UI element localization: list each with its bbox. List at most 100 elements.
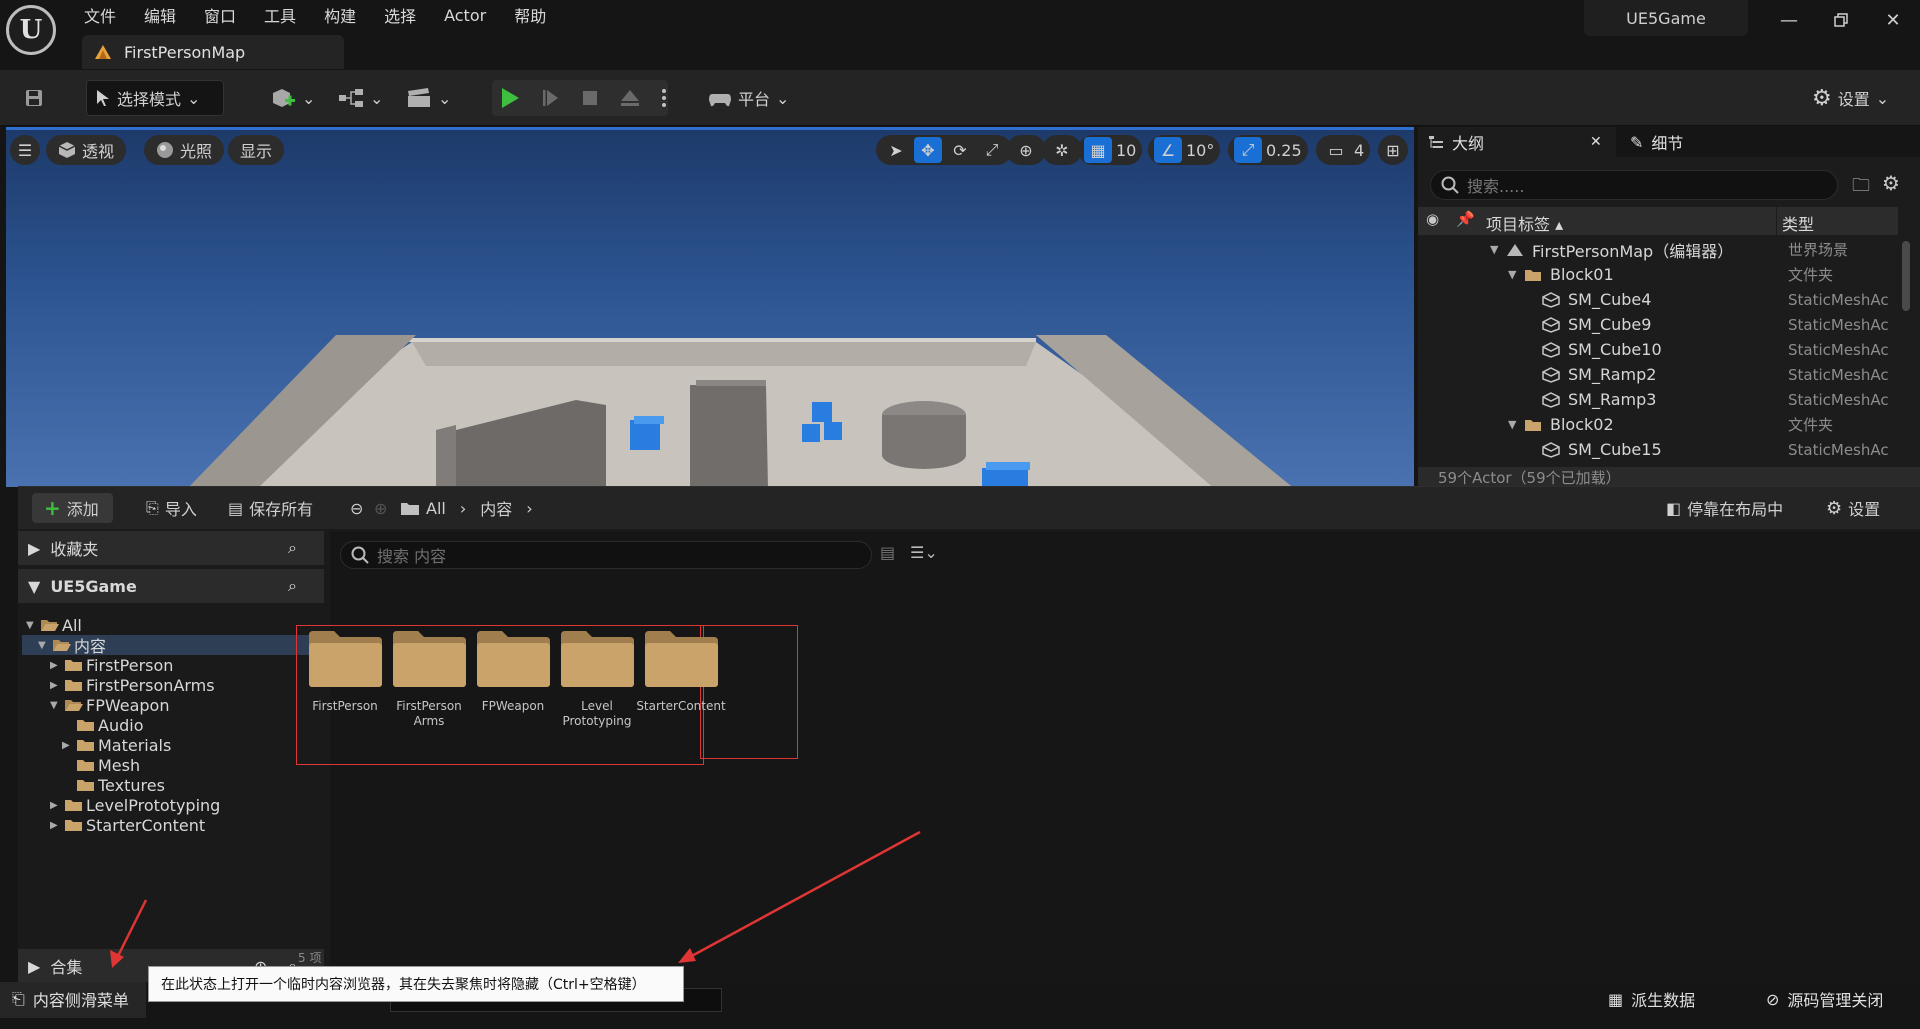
chevron-right-icon[interactable]: ▶ — [50, 660, 64, 671]
camera-speed-control[interactable]: ▭ 4 — [1316, 135, 1371, 165]
folder-tree-item[interactable]: ▶ FirstPerson — [22, 655, 322, 675]
close-tab-icon[interactable]: ✕ — [1590, 134, 1602, 150]
chevron-down-icon[interactable]: ▼ — [50, 700, 64, 711]
content-settings-button[interactable]: ⚙ 设置 — [1818, 493, 1888, 523]
outliner-scrollbar[interactable] — [1902, 241, 1910, 311]
grid-snap-control[interactable]: ▦ 10 — [1078, 135, 1143, 165]
save-all-button[interactable]: ▤ 保存所有 — [220, 493, 321, 523]
rotation-snap-control[interactable]: ∠ 10° — [1148, 135, 1221, 165]
add-button[interactable]: + 添加 — [32, 493, 113, 523]
breadcrumb-all[interactable]: All — [426, 499, 446, 518]
asset-folder-tile[interactable]: FirstPerson — [300, 627, 390, 714]
import-button[interactable]: ⎘ 导入 — [138, 493, 205, 523]
menu-window[interactable]: 窗口 — [190, 0, 250, 31]
folder-tree-item[interactable]: Audio — [22, 715, 322, 735]
scale-tool-icon[interactable]: ⤢ — [978, 137, 1006, 163]
platform-dropdown[interactable]: 平台 ⌄ — [700, 80, 797, 116]
unreal-logo-icon[interactable]: U — [6, 5, 56, 55]
level-tab[interactable]: FirstPersonMap — [82, 35, 344, 69]
viewport-menu-icon[interactable]: ☰ — [10, 135, 40, 165]
asset-folder-tile[interactable]: FPWeapon — [468, 627, 558, 714]
outliner-row[interactable]: ▼ FirstPersonMap（编辑器） 世界场景 — [1418, 237, 1898, 262]
add-folder-icon[interactable]: 🗀 — [1852, 173, 1870, 203]
column-item-label[interactable]: 项目标签 ▴ — [1486, 211, 1563, 235]
rotate-tool-icon[interactable]: ⟳ — [946, 137, 974, 163]
folder-tree-item[interactable]: ▶ FirstPersonArms — [22, 675, 322, 695]
chevron-right-icon[interactable]: ▶ — [50, 820, 64, 831]
outliner-row[interactable]: SM_Cube4 StaticMeshAc — [1418, 287, 1898, 312]
more-options-icon[interactable] — [654, 80, 674, 116]
chevron-right-icon[interactable]: ▶ — [50, 680, 64, 691]
visibility-eye-icon[interactable]: ◉ — [1426, 210, 1439, 228]
outliner-search-input[interactable]: 搜索..... — [1430, 170, 1838, 200]
level-viewport[interactable]: ☰ 透视 光照 显示 ➤ ✥ ⟳ ⤢ ⊕ ✲ ▦ 10 ∠ 10° ⤢ 0.25… — [6, 127, 1414, 487]
tab-details[interactable]: ✎ 细节 — [1620, 127, 1693, 157]
save-search-icon[interactable]: ▤ — [880, 543, 895, 562]
chevron-right-icon[interactable]: › — [460, 499, 466, 518]
settings-dropdown[interactable]: ⚙ 设置 ⌄ — [1804, 80, 1897, 116]
forward-button[interactable]: ⊕ — [366, 493, 395, 523]
outliner-row[interactable]: SM_Cube10 StaticMeshAc — [1418, 337, 1898, 362]
chevron-down-icon[interactable]: ▼ — [1508, 268, 1524, 281]
derived-data-button[interactable]: ▦ 派生数据 — [1608, 986, 1695, 1012]
world-local-toggle[interactable]: ⊕ — [1006, 135, 1046, 165]
gear-icon[interactable]: ⚙ — [1882, 171, 1900, 195]
folder-tree-item[interactable]: ▶ Materials — [22, 735, 322, 755]
chevron-down-icon[interactable]: ▼ — [1508, 418, 1524, 431]
folder-tree-item[interactable]: ▶ StarterContent — [22, 815, 322, 835]
chevron-down-icon[interactable]: ▼ — [26, 620, 40, 631]
add-actor-dropdown[interactable]: ⌄ — [262, 80, 323, 116]
folder-tree-item[interactable]: ▼ All — [22, 615, 322, 635]
blueprint-dropdown[interactable]: ⌄ — [330, 80, 391, 116]
content-drawer-button[interactable]: ⎗ 内容侧滑菜单 — [12, 986, 129, 1012]
search-icon[interactable]: ⌕ — [288, 576, 297, 596]
lighting-button[interactable]: 光照 — [144, 135, 225, 165]
outliner-row[interactable]: ▼ Block01 文件夹 — [1418, 262, 1898, 287]
folder-tree-item[interactable]: Textures — [22, 775, 322, 795]
folder-tree-item[interactable]: Mesh — [22, 755, 322, 775]
dock-in-layout-button[interactable]: ◧ 停靠在布局中 — [1658, 493, 1791, 523]
favorites-header[interactable]: ▶ 收藏夹 ⌕ — [18, 531, 324, 565]
translate-tool-icon[interactable]: ✥ — [914, 137, 942, 163]
menu-select[interactable]: 选择 — [370, 0, 430, 31]
perspective-button[interactable]: 透视 — [46, 135, 127, 165]
project-header[interactable]: ▼ UE5Game ⌕ — [18, 569, 324, 603]
breadcrumb-content[interactable]: 内容 — [480, 496, 512, 520]
pin-icon[interactable]: 📌 — [1456, 210, 1475, 228]
advance-frame-icon[interactable] — [534, 80, 568, 116]
tab-outliner[interactable]: 大纲 ✕ — [1418, 127, 1616, 157]
close-window-icon[interactable]: ✕ — [1878, 8, 1908, 32]
chevron-right-icon[interactable]: › — [526, 499, 532, 518]
filter-icon[interactable]: ☰⌄ — [910, 543, 938, 562]
search-icon[interactable]: ⌕ — [288, 538, 297, 558]
asset-folder-tile[interactable]: FirstPerson Arms — [384, 627, 474, 729]
menu-edit[interactable]: 编辑 — [130, 0, 190, 31]
restore-icon[interactable] — [1826, 8, 1856, 32]
menu-file[interactable]: 文件 — [70, 0, 130, 31]
eject-icon[interactable] — [612, 80, 648, 116]
minimize-icon[interactable]: — — [1774, 8, 1804, 32]
content-search-input[interactable]: 搜索 内容 — [340, 541, 872, 569]
outliner-row[interactable]: SM_Ramp3 StaticMeshAc — [1418, 387, 1898, 412]
chevron-down-icon[interactable]: ▼ — [1490, 243, 1506, 256]
surface-snap-toggle[interactable]: ✲ — [1042, 135, 1082, 165]
source-control-button[interactable]: ⊘ 源码管理关闭 — [1766, 986, 1883, 1012]
outliner-row[interactable]: SM_Cube9 StaticMeshAc — [1418, 312, 1898, 337]
folder-tree-item[interactable]: ▶ LevelPrototyping — [22, 795, 322, 815]
scale-snap-control[interactable]: ⤢ 0.25 — [1228, 135, 1308, 165]
play-icon[interactable] — [492, 80, 528, 116]
save-icon[interactable] — [16, 80, 52, 116]
select-mode-dropdown[interactable]: 选择模式 ⌄ — [86, 80, 224, 116]
show-button[interactable]: 显示 — [228, 135, 285, 165]
menu-help[interactable]: 帮助 — [500, 0, 560, 31]
stop-icon[interactable] — [574, 80, 606, 116]
asset-folder-tile[interactable]: Level Prototyping — [552, 627, 642, 729]
folder-tree-item[interactable]: ▼ FPWeapon — [22, 695, 322, 715]
select-tool-icon[interactable]: ➤ — [882, 137, 910, 163]
menu-tools[interactable]: 工具 — [250, 0, 310, 31]
cinematics-dropdown[interactable]: ⌄ — [398, 80, 459, 116]
menu-actor[interactable]: Actor — [430, 2, 500, 29]
layout-icon[interactable]: ⊞ — [1378, 135, 1408, 165]
outliner-row[interactable]: SM_Ramp2 StaticMeshAc — [1418, 362, 1898, 387]
outliner-row[interactable]: ▼ Block02 文件夹 — [1418, 412, 1898, 437]
